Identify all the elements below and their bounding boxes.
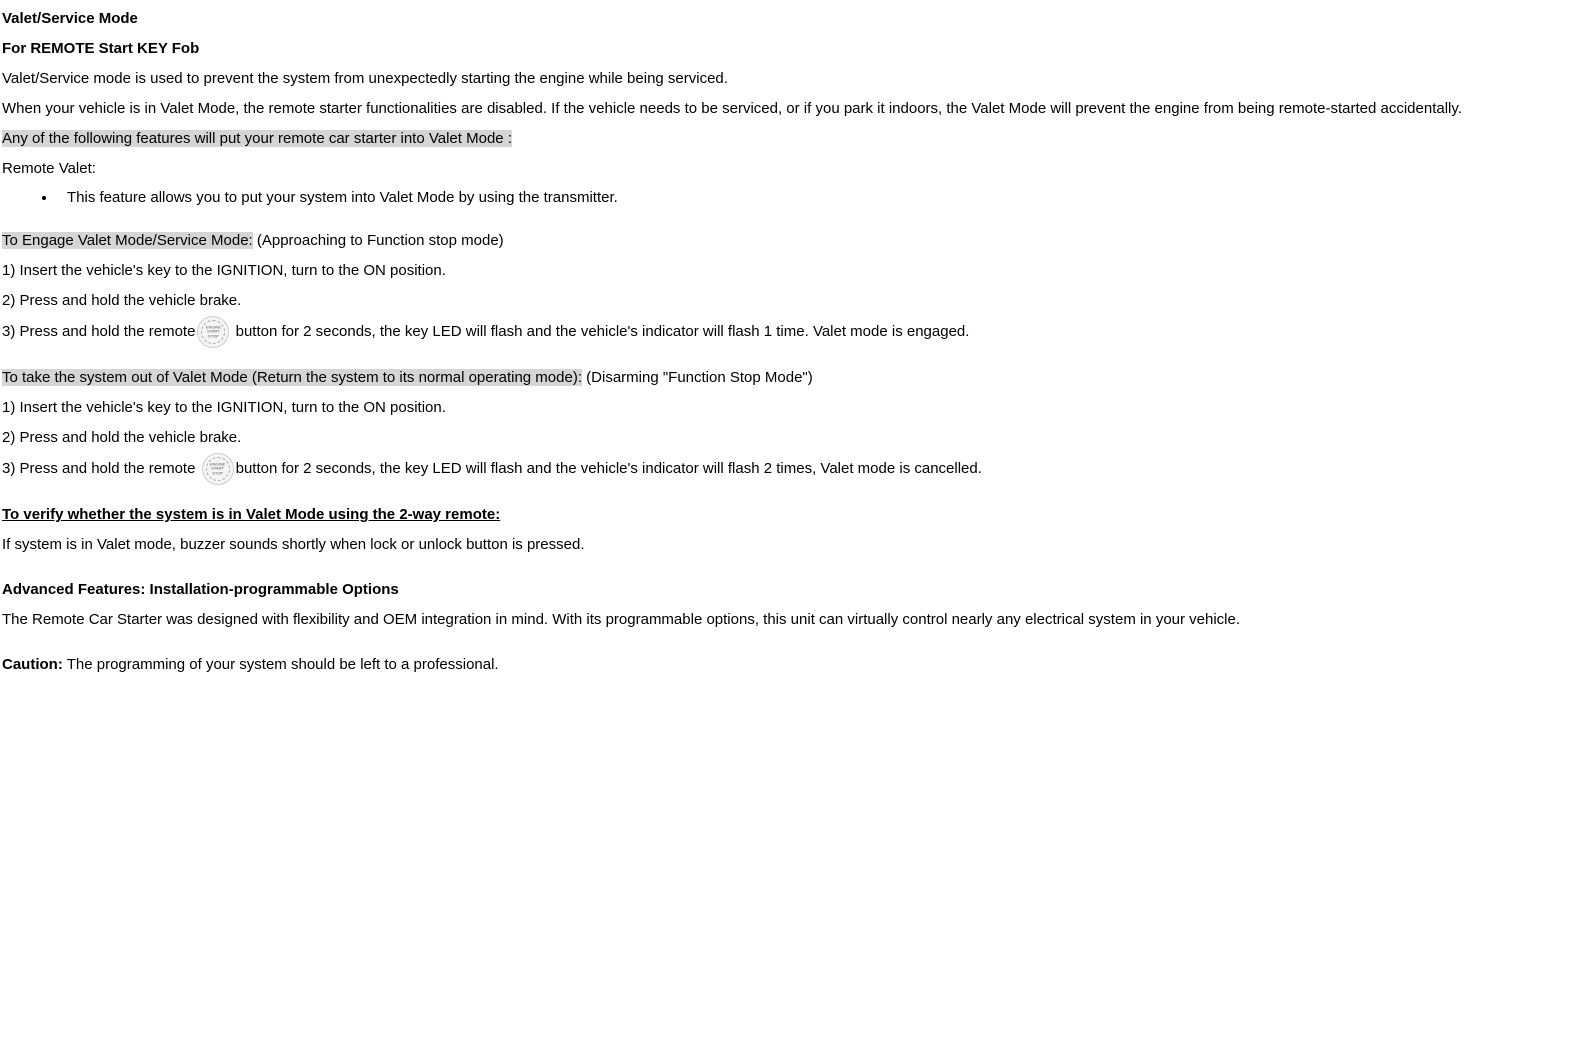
heading-suffix: (Disarming "Function Stop Mode") xyxy=(582,369,813,386)
takeout-step-2: 2) Press and hold the vehicle brake. xyxy=(2,423,1593,453)
engage-step-1: 1) Insert the vehicle's key to the IGNIT… xyxy=(2,256,1593,286)
advanced-features-text: The Remote Car Starter was designed with… xyxy=(2,605,1593,635)
engage-step-2: 2) Press and hold the vehicle brake. xyxy=(2,286,1593,316)
engage-heading: To Engage Valet Mode/Service Mode: (Appr… xyxy=(2,226,1593,256)
bullet-item: This feature allows you to put your syst… xyxy=(57,184,1593,211)
bullet-list: This feature allows you to put your syst… xyxy=(2,184,1593,211)
intro-paragraph-1: Valet/Service mode is used to prevent th… xyxy=(2,64,1593,94)
section-title-valet: Valet/Service Mode xyxy=(2,4,1593,34)
advanced-features-heading: Advanced Features: Installation-programm… xyxy=(2,575,1593,605)
takeout-heading: To take the system out of Valet Mode (Re… xyxy=(2,363,1593,393)
heading-suffix: (Approaching to Function stop mode) xyxy=(253,232,504,249)
valet-triggers-heading: Any of the following features will put y… xyxy=(2,124,1593,154)
takeout-step-3: 3) Press and hold the remote button for … xyxy=(2,453,1593,485)
verify-heading: To verify whether the system is in Valet… xyxy=(2,500,1593,530)
caution-text: The programming of your system should be… xyxy=(63,656,499,673)
remote-valet-label: Remote Valet: xyxy=(2,154,1593,184)
engage-step-3: 3) Press and hold the remote button for … xyxy=(2,316,1593,348)
step-text-after: button for 2 seconds, the key LED will f… xyxy=(236,460,982,477)
intro-paragraph-2: When your vehicle is in Valet Mode, the … xyxy=(2,94,1593,124)
caution-label: Caution: xyxy=(2,656,63,673)
section-title-remote-fob: For REMOTE Start KEY Fob xyxy=(2,34,1593,64)
engine-start-stop-button-icon xyxy=(197,316,229,348)
caution-line: Caution: The programming of your system … xyxy=(2,650,1593,680)
highlight-text: To Engage Valet Mode/Service Mode: xyxy=(2,232,253,249)
step-text-after: button for 2 seconds, the key LED will f… xyxy=(231,323,969,340)
step-text-before: 3) Press and hold the remote xyxy=(2,323,195,340)
verify-text: If system is in Valet mode, buzzer sound… xyxy=(2,530,1593,560)
takeout-step-1: 1) Insert the vehicle's key to the IGNIT… xyxy=(2,393,1593,423)
step-text-before: 3) Press and hold the remote xyxy=(2,460,200,477)
highlight-text: To take the system out of Valet Mode (Re… xyxy=(2,369,582,386)
engine-start-stop-button-icon xyxy=(202,453,234,485)
highlight-text: Any of the following features will put y… xyxy=(2,130,512,147)
